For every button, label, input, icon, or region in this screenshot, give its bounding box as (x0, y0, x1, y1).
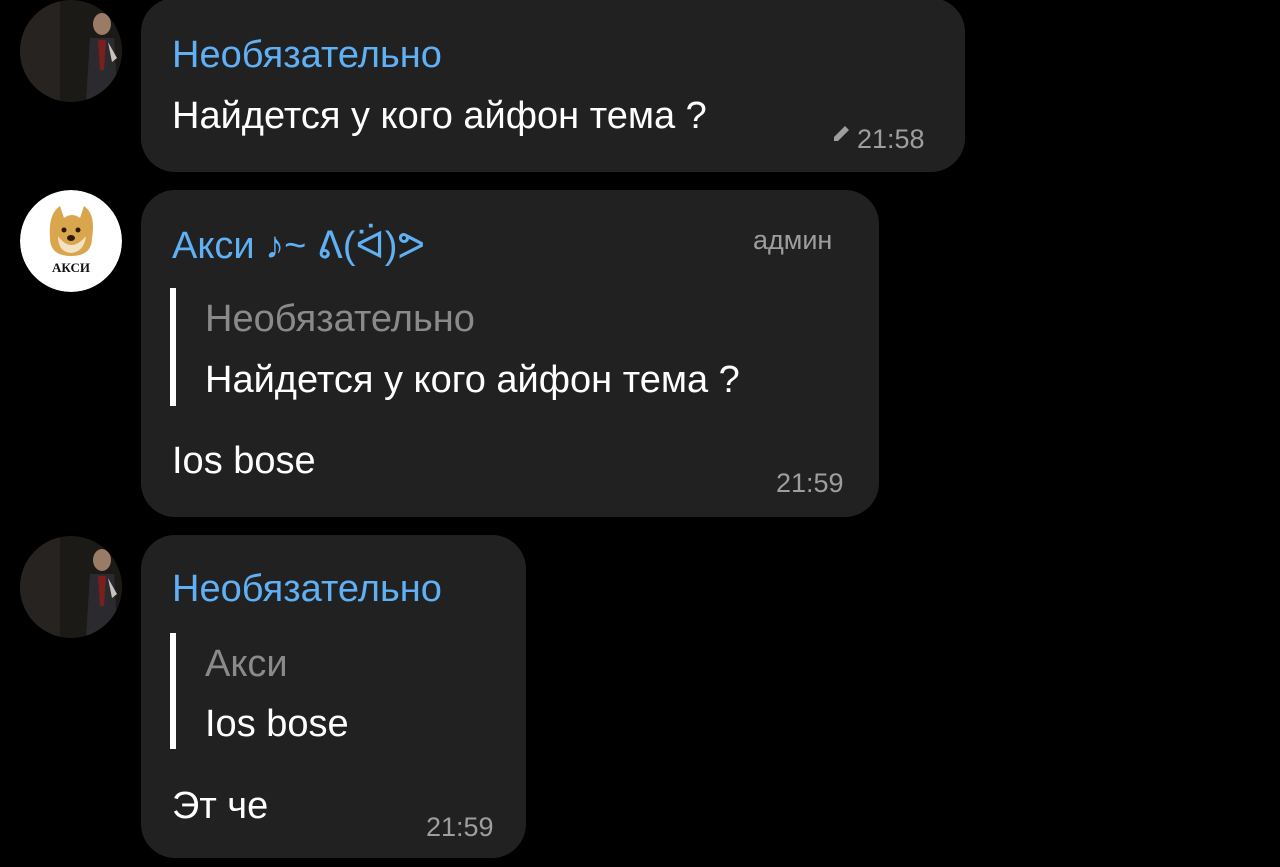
message-time: 21:58 (857, 124, 925, 154)
message-bubble[interactable]: Акси ♪~ ᕕ(ᐛ)ᕗ админ Необязательно Найдет… (141, 190, 879, 517)
avatar-text: АКСИ (52, 260, 90, 275)
admin-badge: админ (753, 225, 833, 255)
message-bubble[interactable]: Необязательно Акси Ios bose Эт че 21:59 (141, 535, 526, 858)
reply-sender-name: Акси (205, 643, 288, 685)
reply-text: Ios bose (205, 703, 349, 745)
sender-avatar[interactable] (20, 0, 122, 102)
sender-avatar[interactable] (20, 536, 122, 638)
sender-name[interactable]: Акси ♪~ ᕕ(ᐛ)ᕗ (172, 227, 425, 265)
reply-sender-name: Необязательно (205, 298, 475, 340)
edited-icon (831, 122, 853, 149)
message-text: Ios bose (172, 440, 316, 482)
message-time: 21:59 (426, 812, 494, 842)
reply-quote[interactable]: Необязательно Найдется у кого айфон тема… (170, 288, 740, 406)
sender-name[interactable]: Необязательно (172, 36, 442, 74)
reply-text: Найдется у кого айфон тема ? (205, 359, 740, 401)
reply-quote[interactable]: Акси Ios bose (170, 633, 349, 749)
message-text: Эт че (172, 785, 269, 827)
sender-name[interactable]: Необязательно (172, 570, 442, 608)
message-bubble[interactable]: Необязательно Найдется у кого айфон тема… (141, 0, 965, 172)
message-time: 21:59 (776, 468, 844, 498)
sender-avatar[interactable]: АКСИ (20, 190, 122, 292)
message-text: Найдется у кого айфон тема ? (172, 95, 707, 137)
